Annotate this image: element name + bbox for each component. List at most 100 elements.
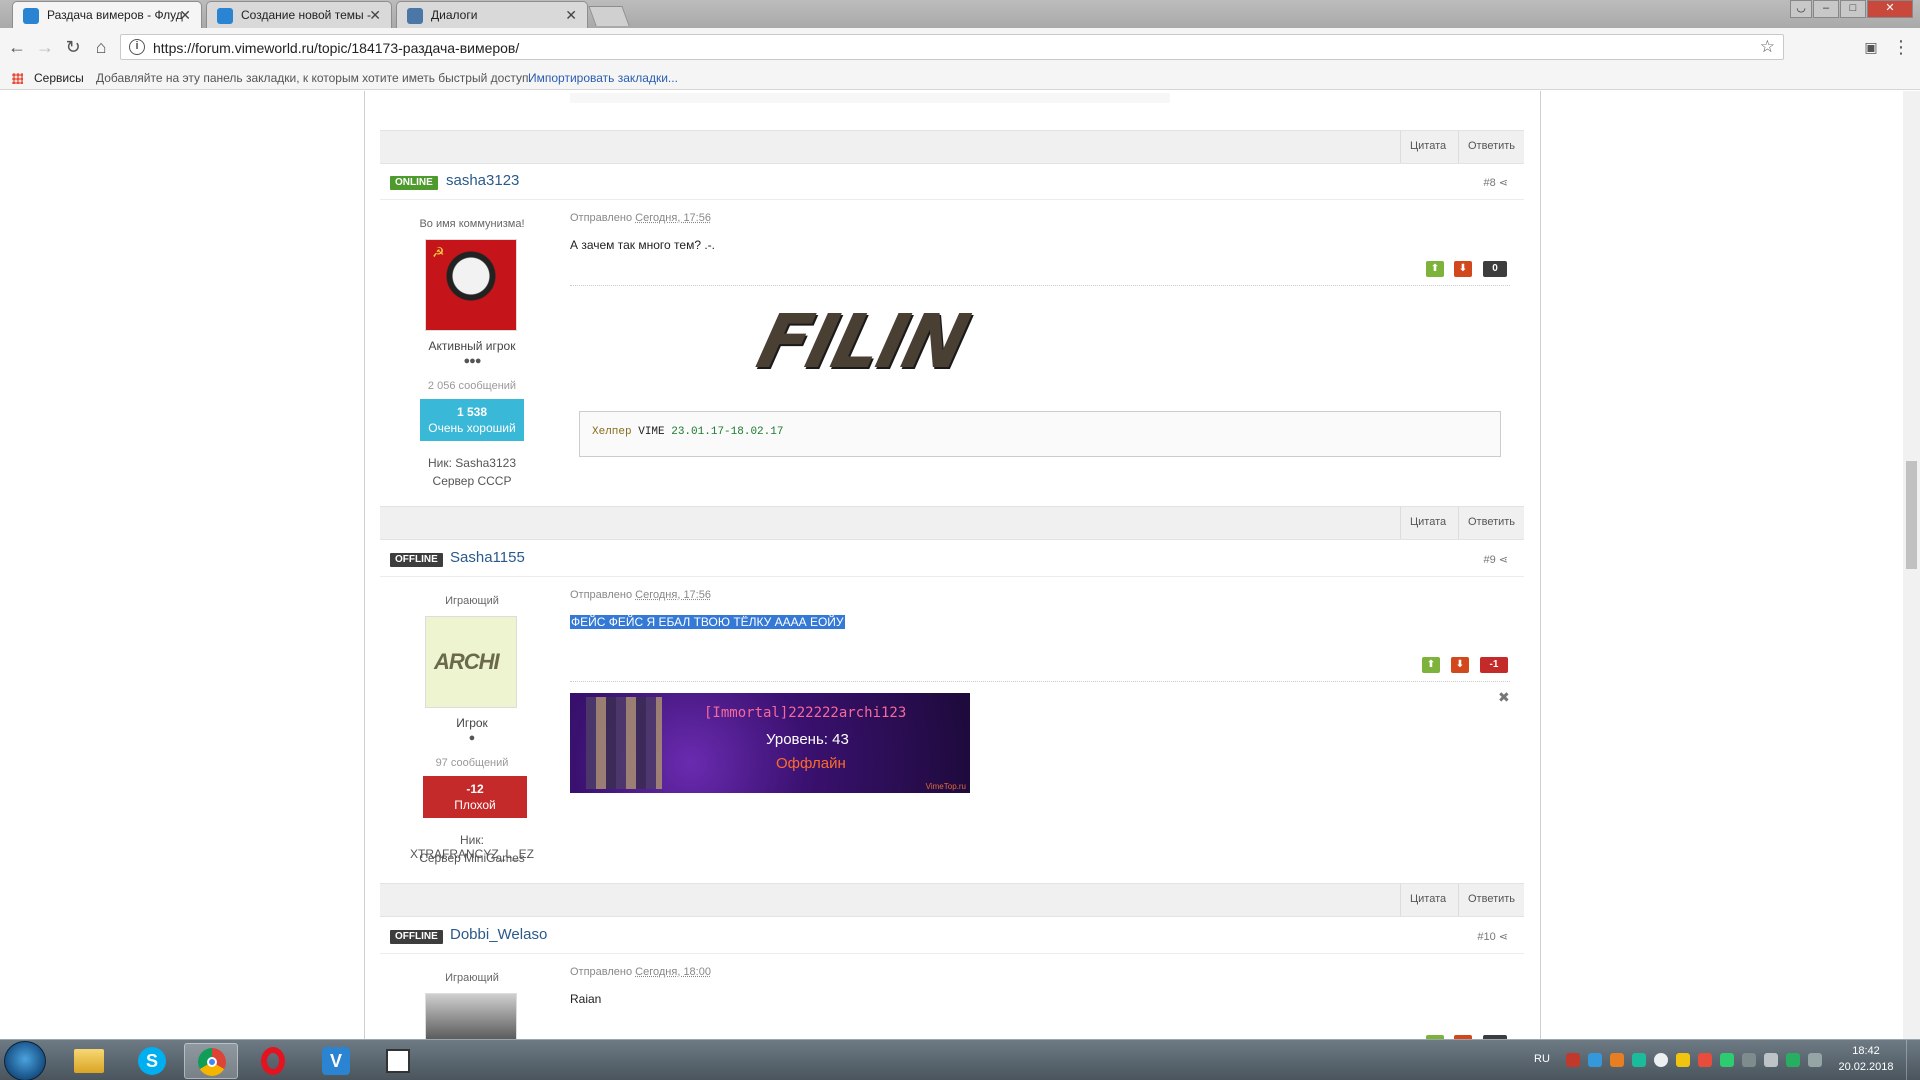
opera-taskbar-icon[interactable] (246, 1043, 300, 1079)
content-border-left (364, 91, 365, 1039)
reputation-badge: 1 538 Очень хороший (420, 399, 524, 441)
taskbar: S V RU 18:42 20.02.2018 (0, 1039, 1920, 1080)
divider (1400, 507, 1401, 539)
tray-app-icon[interactable] (1720, 1053, 1734, 1067)
vimeworld-icon: V (322, 1047, 350, 1075)
username-link[interactable]: sasha3123 (446, 172, 519, 189)
app-taskbar-icon[interactable] (370, 1043, 424, 1079)
posted-label: Отправлено (570, 966, 633, 978)
signature-logo: FILIN (749, 299, 976, 385)
signature-divider (570, 681, 1510, 682)
apps-label[interactable]: Сервисы (34, 71, 84, 85)
code-word: VIME (638, 426, 665, 438)
divider (1458, 507, 1459, 539)
tab-new-topic[interactable]: Создание новой темы - ✕ (206, 1, 392, 28)
language-indicator[interactable]: RU (1534, 1053, 1550, 1065)
post-actions: Цитата Ответить (380, 506, 1524, 540)
vote-up-button[interactable]: ⬆ (1422, 657, 1440, 673)
code-word: Хелпер (592, 426, 632, 438)
reputation-badge: -12 Плохой (423, 776, 527, 818)
post-text: ФЕЙС ФЕЙС Я ЕБАЛ ТВОЮ ТЁЛКУ АААА ЕОЙУ (570, 615, 845, 629)
tray-app-icon[interactable] (1808, 1053, 1822, 1067)
avatar[interactable] (425, 993, 517, 1039)
reply-button[interactable]: Ответить (1468, 516, 1515, 528)
close-icon[interactable]: ✕ (369, 7, 381, 24)
clock-time[interactable]: 18:42 (1836, 1045, 1896, 1057)
windows-start-icon[interactable] (4, 1041, 46, 1080)
scrollbar-thumb[interactable] (1906, 461, 1917, 569)
divider (1400, 131, 1401, 163)
close-icon[interactable]: ✕ (179, 7, 191, 24)
import-bookmarks-link[interactable]: Импортировать закладки... (528, 71, 678, 85)
tray-app-icon[interactable] (1610, 1053, 1624, 1067)
bookmark-star-icon[interactable]: ☆ (1760, 37, 1775, 57)
tray-app-icon[interactable] (1786, 1053, 1800, 1067)
tray-app-icon[interactable] (1698, 1053, 1712, 1067)
post-header: OFFLINE Dobbi_Welaso #10 ⋖ (380, 918, 1524, 954)
share-icon[interactable]: ⋖ (1499, 931, 1508, 943)
apps-icon[interactable] (12, 73, 23, 84)
vote-down-button[interactable]: ⬇ (1451, 657, 1469, 673)
tray-app-icon[interactable] (1588, 1053, 1602, 1067)
post-meta: Отправлено Сегодня, 17:56 (570, 212, 711, 224)
avatar[interactable]: ☭ (425, 239, 517, 331)
user-title: Играющий (445, 595, 499, 607)
username-link[interactable]: Sasha1155 (450, 549, 525, 566)
back-icon[interactable]: ← (6, 36, 28, 58)
post-actions: Цитата Ответить (380, 130, 1524, 164)
extension-icon[interactable]: ▣ (1860, 36, 1882, 58)
post-number[interactable]: #8 ⋖ (1483, 176, 1508, 189)
show-desktop-button[interactable] (1906, 1040, 1920, 1080)
signature-image: FILIN (749, 299, 996, 385)
share-icon[interactable]: ⋖ (1499, 554, 1508, 566)
close-icon[interactable]: ✖ (1498, 689, 1510, 706)
status-badge: ONLINE (390, 176, 438, 190)
tray-app-icon[interactable] (1676, 1053, 1690, 1067)
chrome-taskbar-icon[interactable] (184, 1043, 238, 1079)
address-bar[interactable]: i https://forum.vimeworld.ru/topic/18417… (120, 34, 1784, 60)
info-icon[interactable]: i (129, 39, 145, 55)
reply-button[interactable]: Ответить (1468, 140, 1515, 152)
url-text[interactable]: https://forum.vimeworld.ru/topic/184173-… (153, 40, 519, 56)
home-icon[interactable]: ⌂ (90, 36, 112, 58)
clock-date[interactable]: 20.02.2018 (1836, 1061, 1896, 1073)
share-icon[interactable]: ⋖ (1499, 177, 1508, 189)
tray-app-icon[interactable] (1632, 1053, 1646, 1067)
vimeworld-taskbar-icon[interactable]: V (308, 1043, 362, 1079)
maximize-icon[interactable]: □ (1840, 0, 1866, 18)
quote-button[interactable]: Цитата (1410, 516, 1446, 528)
username-link[interactable]: Dobbi_Welaso (450, 926, 547, 943)
tray-app-icon[interactable] (1654, 1053, 1668, 1067)
network-icon[interactable] (1742, 1053, 1756, 1067)
tab-title: Диалоги (431, 8, 478, 22)
tab-dialogs[interactable]: Диалоги ✕ (396, 1, 588, 28)
tray-app-icon[interactable] (1566, 1053, 1580, 1067)
explorer-taskbar-icon[interactable] (62, 1043, 116, 1079)
skype-taskbar-icon[interactable]: S (124, 1043, 178, 1079)
banner-status: Оффлайн (776, 755, 846, 772)
signature-code-block: Хелпер VIME 23.01.17-18.02.17 (579, 411, 1501, 457)
reputation-score: -1 (1480, 657, 1508, 673)
window-close-icon[interactable]: ✕ (1867, 0, 1913, 18)
posted-time[interactable]: Сегодня, 17:56 (635, 212, 711, 224)
new-tab-button[interactable] (588, 6, 630, 26)
post-number[interactable]: #10 ⋖ (1477, 930, 1508, 943)
volume-icon[interactable] (1764, 1053, 1778, 1067)
forward-icon[interactable]: → (34, 36, 56, 58)
minimize-icon[interactable]: – (1813, 0, 1839, 18)
quote-button[interactable]: Цитата (1410, 893, 1446, 905)
rank-pips: ●●● (463, 355, 482, 367)
reload-icon[interactable]: ↻ (62, 36, 84, 58)
menu-icon[interactable]: ⋮ (1890, 36, 1912, 58)
avatar[interactable]: ARCHI (425, 616, 517, 708)
vote-up-button[interactable]: ⬆ (1426, 261, 1444, 277)
posted-time[interactable]: Сегодня, 17:56 (635, 589, 711, 601)
post-number[interactable]: #9 ⋖ (1483, 553, 1508, 566)
close-icon[interactable]: ✕ (565, 7, 577, 24)
quote-button[interactable]: Цитата (1410, 140, 1446, 152)
posted-time[interactable]: Сегодня, 18:00 (635, 966, 711, 978)
vote-down-button[interactable]: ⬇ (1454, 261, 1472, 277)
reply-button[interactable]: Ответить (1468, 893, 1515, 905)
tab-razdacha[interactable]: Раздача вимеров - Флуд ✕ (12, 1, 202, 29)
user-icon[interactable]: ◡ (1790, 0, 1812, 18)
